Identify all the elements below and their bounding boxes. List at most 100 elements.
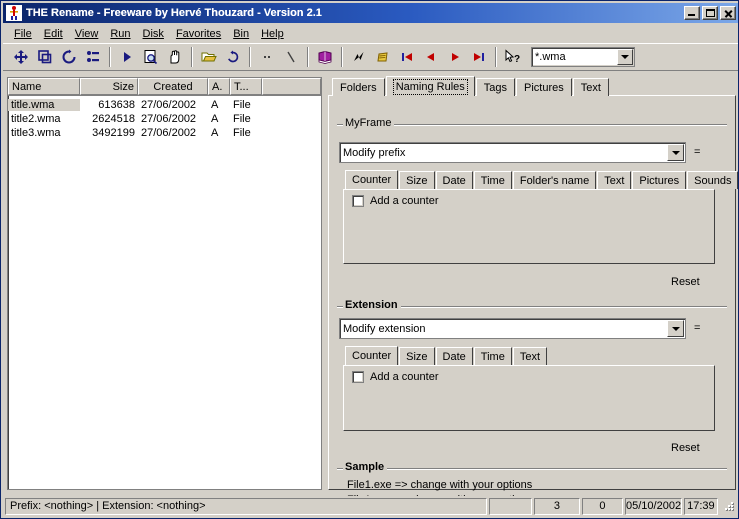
- dots-small-icon[interactable]: [255, 46, 278, 68]
- tab-text[interactable]: Text: [572, 78, 609, 96]
- menu-item-favorites[interactable]: Favorites: [170, 26, 227, 42]
- preview-magnifier-icon[interactable]: [139, 46, 162, 68]
- refresh-circle-icon[interactable]: [57, 46, 80, 68]
- last-record-icon[interactable]: [467, 46, 490, 68]
- file-list[interactable]: Name Size Created A. T... title.wma 6136…: [7, 77, 322, 490]
- tab-naming-rules[interactable]: Naming Rules: [385, 76, 475, 96]
- sample-line-1: File1.exe => change with your options: [347, 479, 533, 491]
- first-record-icon[interactable]: [395, 46, 418, 68]
- column-header-attributes[interactable]: A.: [208, 78, 230, 95]
- table-row[interactable]: title3.wma 3492199 27/06/2002 A File: [8, 126, 321, 140]
- status-file-count: 3: [534, 497, 580, 515]
- cell-attributes: A: [211, 99, 219, 111]
- hand-stop-icon[interactable]: [163, 46, 186, 68]
- ext-inner-tab-text[interactable]: Text: [512, 347, 548, 365]
- inner-tab-folders-name[interactable]: Folder's name: [512, 171, 597, 189]
- resize-grip-icon[interactable]: [722, 499, 736, 513]
- inner-tab-text[interactable]: Text: [597, 171, 632, 189]
- menu-item-bin-label: Bin: [233, 27, 250, 40]
- menu-item-bin[interactable]: Bin: [227, 26, 255, 42]
- move-arrows-icon[interactable]: [9, 46, 32, 68]
- right-panel: Folders Naming Rules Tags Pictures Text …: [328, 76, 738, 506]
- application-window: THE Rename - Freeware by Hervé Thouzard …: [0, 0, 739, 519]
- prev-record-icon[interactable]: [419, 46, 442, 68]
- chevron-down-icon[interactable]: [617, 49, 633, 65]
- main-tab-strip: Folders Naming Rules Tags Pictures Text: [328, 76, 610, 96]
- menu-bar: File Edit View Run Disk Favorites Bin He…: [3, 24, 738, 43]
- menu-item-favorites-label: Favorites: [175, 27, 222, 40]
- next-record-icon[interactable]: [443, 46, 466, 68]
- tab-folders-label: Folders: [340, 81, 377, 94]
- ext-add-counter-checkbox[interactable]: [352, 371, 364, 383]
- menu-item-disk[interactable]: Disk: [137, 26, 170, 42]
- maximize-button[interactable]: [702, 6, 718, 20]
- inner-tab-size-label: Size: [406, 174, 428, 187]
- ext-inner-tab-text-label: Text: [519, 350, 541, 363]
- open-folder-icon[interactable]: [197, 46, 220, 68]
- ext-inner-tab-size[interactable]: Size: [399, 347, 435, 365]
- menu-item-edit[interactable]: Edit: [38, 26, 69, 42]
- inner-tab-pictures[interactable]: Pictures: [632, 171, 687, 189]
- name-add-counter-checkbox[interactable]: [352, 195, 364, 207]
- extension-mode-dropdown[interactable]: Modify extension: [339, 318, 686, 339]
- ext-inner-tab-date-label: Date: [442, 350, 466, 363]
- copy-windows-icon[interactable]: [33, 46, 56, 68]
- file-filter-value: *.wma: [535, 51, 566, 63]
- menu-item-help[interactable]: Help: [255, 26, 290, 42]
- ext-inner-tab-counter[interactable]: Counter: [345, 346, 399, 365]
- minimize-button[interactable]: [684, 6, 700, 20]
- menu-item-file-label: File: [14, 27, 32, 40]
- status-time: 17:39: [683, 497, 718, 515]
- column-header-size[interactable]: Size: [80, 78, 138, 95]
- close-button[interactable]: [720, 6, 736, 20]
- inner-tab-time[interactable]: Time: [473, 171, 512, 189]
- list-bullets-icon[interactable]: [81, 46, 104, 68]
- lightning-black-icon[interactable]: [347, 46, 370, 68]
- inner-tab-sounds[interactable]: Sounds: [687, 171, 738, 189]
- column-header-created[interactable]: Created: [138, 78, 208, 95]
- name-add-counter-row[interactable]: Add a counter: [344, 190, 714, 207]
- cell-attributes: A: [211, 127, 219, 139]
- menu-item-run-label: Run: [110, 27, 131, 40]
- column-header-name[interactable]: Name: [8, 78, 80, 95]
- name-inner-tab-control: Counter Size Date Time Folder's name Tex…: [343, 170, 738, 264]
- backslash-icon[interactable]: [279, 46, 302, 68]
- ext-inner-tab-date[interactable]: Date: [435, 347, 473, 365]
- tab-tags-label: Tags: [483, 81, 508, 94]
- inner-tab-size[interactable]: Size: [399, 171, 435, 189]
- ext-inner-tab-time[interactable]: Time: [473, 347, 512, 365]
- cell-size: 3492199: [92, 127, 135, 139]
- ext-inner-tab-counter-label: Counter: [352, 350, 392, 362]
- menu-item-edit-label: Edit: [43, 27, 63, 40]
- menu-item-file[interactable]: File: [8, 26, 38, 42]
- undo-circle-icon[interactable]: [221, 46, 244, 68]
- menu-item-run[interactable]: Run: [104, 26, 136, 42]
- status-message: Prefix: <nothing> | Extension: <nothing>: [5, 497, 487, 515]
- prefix-mode-dropdown[interactable]: Modify prefix: [339, 142, 686, 163]
- menu-item-view[interactable]: View: [69, 26, 105, 42]
- tab-tags[interactable]: Tags: [475, 78, 516, 96]
- cell-type: File: [233, 99, 251, 111]
- extension-reset-label[interactable]: Reset: [671, 442, 700, 454]
- file-filter-combo[interactable]: *.wma: [531, 47, 635, 67]
- play-run-icon[interactable]: [115, 46, 138, 68]
- table-row[interactable]: title2.wma 2624518 27/06/2002 A File: [8, 112, 321, 126]
- tab-pictures[interactable]: Pictures: [516, 78, 572, 96]
- cell-created: 27/06/2002: [141, 113, 197, 125]
- tab-folders[interactable]: Folders: [332, 78, 385, 96]
- inner-tab-counter[interactable]: Counter: [345, 170, 399, 189]
- chevron-down-icon[interactable]: [667, 144, 684, 161]
- table-row[interactable]: title.wma 613638 27/06/2002 A File: [8, 98, 321, 112]
- ext-inner-tab-time-label: Time: [480, 350, 505, 363]
- inner-tab-date[interactable]: Date: [435, 171, 473, 189]
- toolbar-separator: [495, 47, 497, 67]
- name-reset-label[interactable]: Reset: [671, 276, 700, 288]
- group-divider: [337, 124, 727, 126]
- column-header-type[interactable]: T...: [230, 78, 262, 95]
- book-purple-icon[interactable]: [313, 46, 336, 68]
- toolbar: ? *.wma: [3, 43, 738, 71]
- note-yellow-icon[interactable]: [371, 46, 394, 68]
- help-arrow-question-icon[interactable]: ?: [501, 46, 524, 68]
- chevron-down-icon[interactable]: [667, 320, 684, 337]
- ext-add-counter-row[interactable]: Add a counter: [344, 366, 714, 383]
